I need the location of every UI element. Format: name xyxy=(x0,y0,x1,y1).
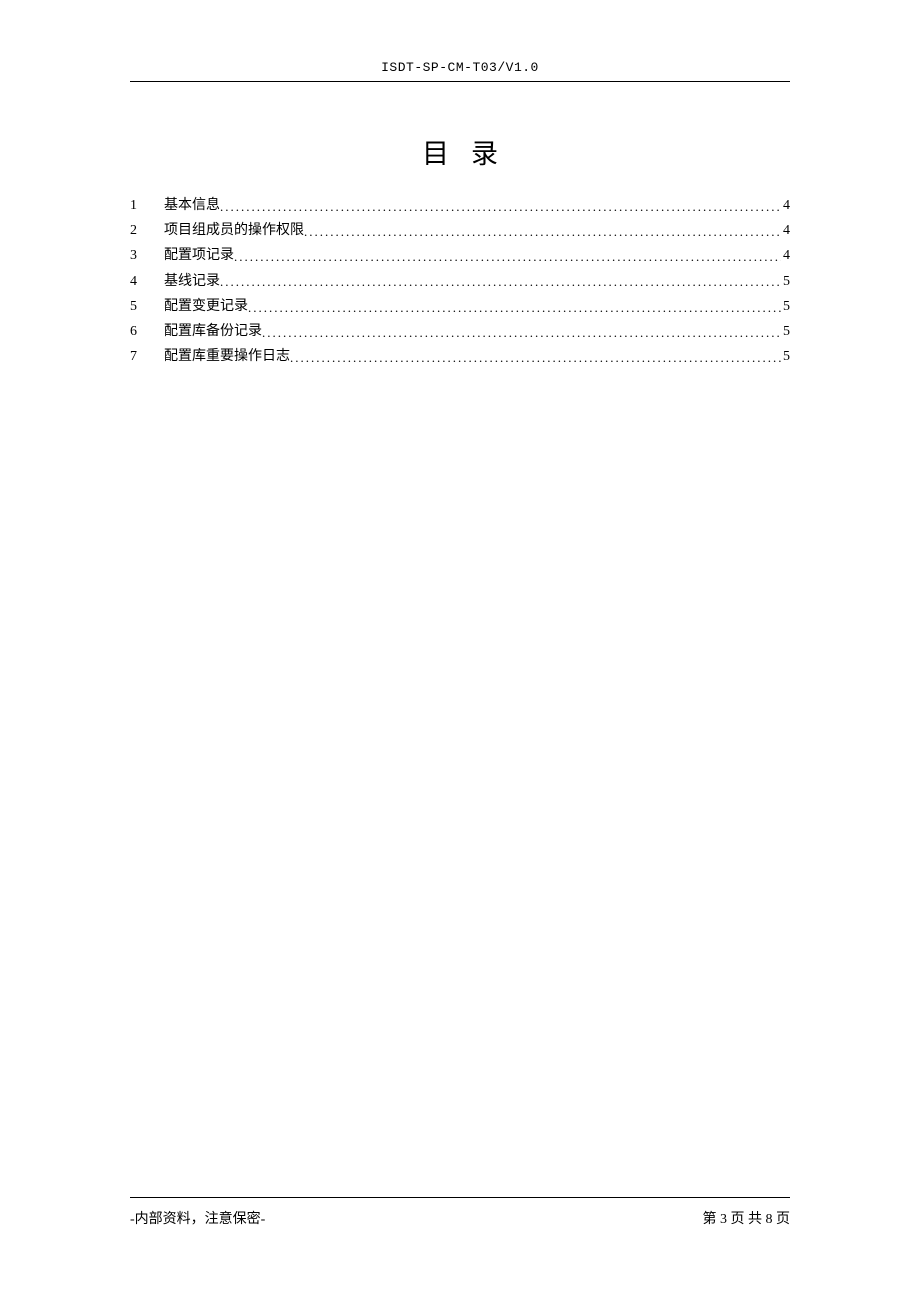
footer-confidential-note: -内部资料，注意保密- xyxy=(130,1208,265,1228)
footer-text: 页 xyxy=(773,1212,791,1227)
toc-entry-number: 6 xyxy=(130,319,164,344)
toc-entry-page: 5 xyxy=(781,294,790,319)
toc-entry[interactable]: 2 项目组成员的操作权限 4 xyxy=(130,218,790,243)
toc-title: 目录 xyxy=(130,132,790,171)
toc-entry-page: 5 xyxy=(781,269,790,294)
toc-entry-page: 4 xyxy=(781,243,790,268)
page-footer: -内部资料，注意保密- 第 3 页 共 8 页 xyxy=(130,1197,790,1228)
toc-entry-label: 配置库重要操作日志 xyxy=(164,344,290,369)
toc-entry-number: 7 xyxy=(130,344,164,369)
toc-entry[interactable]: 3 配置项记录 4 xyxy=(130,243,790,268)
doc-id: ISDT-SP-CM-T03/V1.0 xyxy=(381,60,539,75)
title-char-1: 目 xyxy=(422,139,449,169)
table-of-contents: 1 基本信息 4 2 项目组成员的操作权限 4 3 配置项记录 4 4 基线记录… xyxy=(130,193,790,369)
toc-entry-page: 5 xyxy=(781,344,790,369)
toc-entry-number: 1 xyxy=(130,193,164,218)
toc-dot-leader xyxy=(220,278,781,293)
footer-text: 第 xyxy=(703,1212,721,1227)
footer-total-pages: 8 xyxy=(766,1212,773,1227)
footer-current-page: 3 xyxy=(720,1212,727,1227)
toc-entry[interactable]: 4 基线记录 5 xyxy=(130,269,790,294)
toc-entry-number: 5 xyxy=(130,294,164,319)
toc-entry-page: 4 xyxy=(781,193,790,218)
footer-page-number: 第 3 页 共 8 页 xyxy=(703,1208,791,1228)
toc-dot-leader xyxy=(304,228,781,243)
toc-entry-label: 基本信息 xyxy=(164,193,220,218)
toc-entry-label: 配置项记录 xyxy=(164,243,234,268)
toc-entry-page: 5 xyxy=(781,319,790,344)
toc-entry-number: 4 xyxy=(130,269,164,294)
footer-text: 页 共 xyxy=(727,1212,766,1227)
toc-entry[interactable]: 5 配置变更记录 5 xyxy=(130,294,790,319)
toc-entry[interactable]: 1 基本信息 4 xyxy=(130,193,790,218)
document-page: ISDT-SP-CM-T03/V1.0 目录 1 基本信息 4 2 项目组成员的… xyxy=(0,0,920,1302)
toc-entry[interactable]: 7 配置库重要操作日志 5 xyxy=(130,344,790,369)
toc-dot-leader xyxy=(248,304,781,319)
toc-dot-leader xyxy=(290,354,781,369)
toc-entry-label: 项目组成员的操作权限 xyxy=(164,218,304,243)
toc-entry-label: 配置库备份记录 xyxy=(164,319,262,344)
page-header: ISDT-SP-CM-T03/V1.0 xyxy=(130,60,790,82)
toc-entry-number: 3 xyxy=(130,243,164,268)
toc-entry[interactable]: 6 配置库备份记录 5 xyxy=(130,319,790,344)
title-char-2: 录 xyxy=(471,139,498,169)
toc-entry-number: 2 xyxy=(130,218,164,243)
toc-entry-label: 配置变更记录 xyxy=(164,294,248,319)
toc-entry-page: 4 xyxy=(781,218,790,243)
toc-dot-leader xyxy=(220,203,781,218)
toc-dot-leader xyxy=(262,329,781,344)
toc-dot-leader xyxy=(234,253,781,268)
toc-entry-label: 基线记录 xyxy=(164,269,220,294)
